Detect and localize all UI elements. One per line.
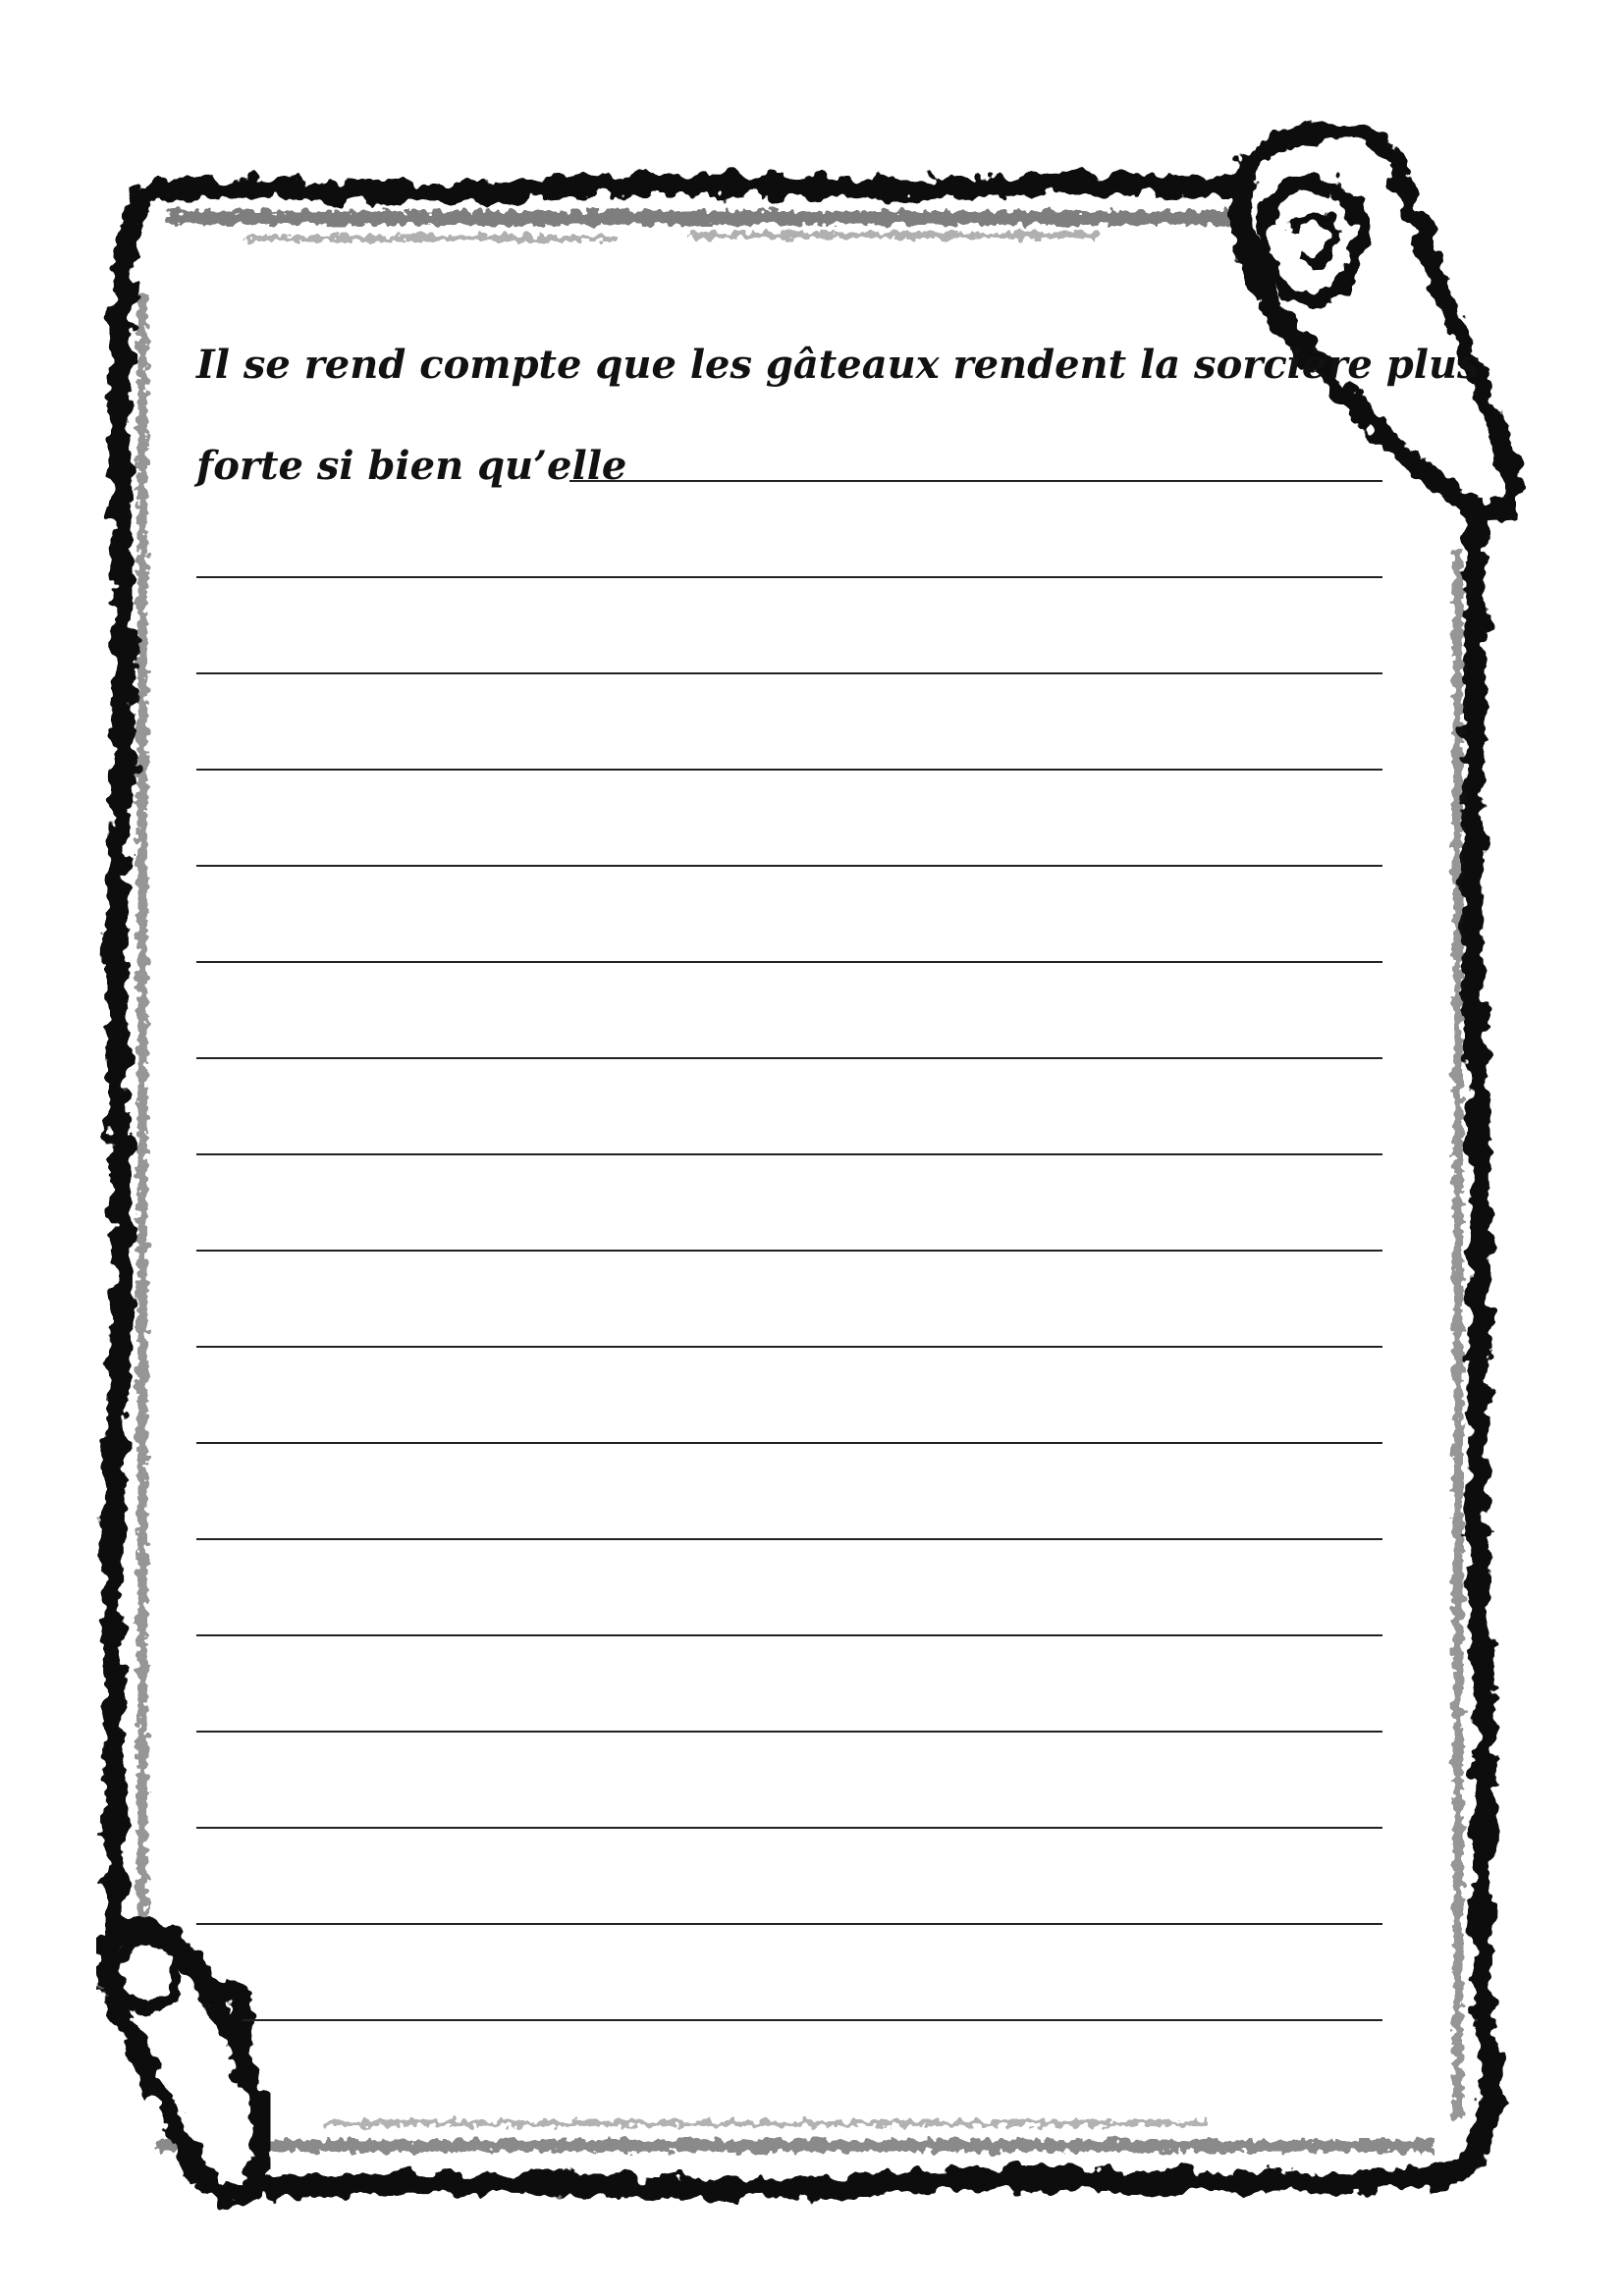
answer-line[interactable] [196,769,1382,771]
answer-line[interactable] [196,576,1382,578]
answer-line[interactable] [196,672,1382,674]
answer-line[interactable] [196,865,1382,867]
answer-line[interactable] [196,961,1382,963]
answer-line[interactable] [196,1538,1382,1540]
answer-line[interactable] [196,1923,1382,1925]
answer-line[interactable] [196,1634,1382,1636]
answer-line[interactable] [196,1153,1382,1155]
answer-line[interactable] [196,1442,1382,1444]
answer-line[interactable] [196,1827,1382,1829]
answer-line[interactable] [243,2019,1382,2021]
answer-lines [0,0,1624,2296]
answer-line[interactable] [196,1250,1382,1252]
answer-line[interactable] [196,1057,1382,1059]
answer-line[interactable] [196,1346,1382,1348]
answer-line[interactable] [196,1731,1382,1733]
answer-line-inline[interactable] [569,480,1382,482]
